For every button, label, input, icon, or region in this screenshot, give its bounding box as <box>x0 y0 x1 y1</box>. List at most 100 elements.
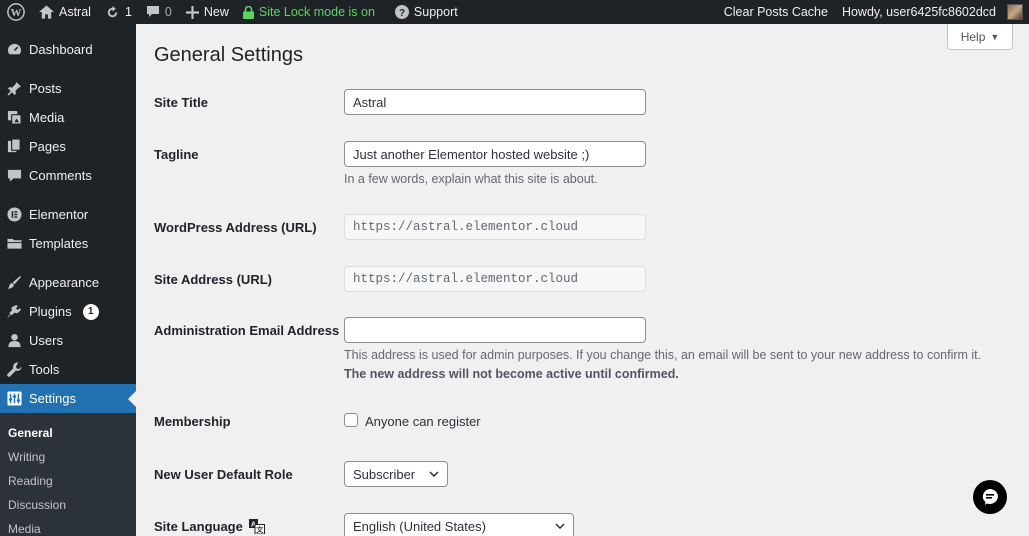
sidebar-item-plugins[interactable]: Plugins 1 <box>0 297 136 326</box>
sidebar-item-tools[interactable]: Tools <box>0 355 136 384</box>
sidebar-item-comments[interactable]: Comments <box>0 161 136 190</box>
default-role-select[interactable]: Subscriber <box>344 461 448 487</box>
updates-count: 1 <box>124 5 132 19</box>
page-title: General Settings <box>154 44 303 66</box>
plus-icon <box>185 5 199 19</box>
submenu-item-media[interactable]: Media <box>0 517 136 536</box>
submenu-item-reading[interactable]: Reading <box>0 469 136 493</box>
site-language-value: English (United States) <box>353 518 486 534</box>
site-address-input: https://astral.elementor.cloud <box>344 266 646 292</box>
help-label: Help <box>960 29 986 44</box>
brush-icon <box>7 275 22 289</box>
user-icon <box>8 333 21 348</box>
chat-button[interactable] <box>973 480 1007 514</box>
submenu-item-general[interactable]: General <box>0 421 136 445</box>
admin-sidebar: Dashboard Posts Media Pages Comments Ele… <box>0 24 136 536</box>
sidebar-item-label: Media <box>29 110 65 125</box>
sitelock-link[interactable]: Site Lock mode is on <box>236 0 382 24</box>
sitelock-label: Site Lock mode is on <box>258 5 375 19</box>
admin-email-label: Administration Email Address <box>154 323 340 338</box>
wordpress-logo-icon: W <box>7 3 25 21</box>
site-address-label: Site Address (URL) <box>154 272 272 287</box>
clear-cache-label: Clear Posts Cache <box>723 5 828 19</box>
submenu-item-discussion[interactable]: Discussion <box>0 493 136 517</box>
sidebar-item-posts[interactable]: Posts <box>0 74 136 103</box>
dashboard-icon <box>7 43 22 55</box>
settings-icon <box>7 391 22 406</box>
sidebar-item-label: Tools <box>29 362 60 377</box>
sidebar-item-label: Users <box>29 333 63 348</box>
my-account-link[interactable]: Howdy, user6425fc8602dcd <box>835 0 1029 24</box>
tagline-description: In a few words, explain what this site i… <box>344 172 598 186</box>
chevron-down-icon <box>429 471 439 477</box>
site-address-value: https://astral.elementor.cloud <box>353 272 579 286</box>
sidebar-item-media[interactable]: Media <box>0 103 136 132</box>
site-language-label-row: Site Language A文 <box>154 519 265 534</box>
settings-submenu: General Writing Reading Discussion Media <box>0 413 136 536</box>
svg-text:?: ? <box>399 8 405 19</box>
plugin-icon <box>7 304 22 318</box>
site-language-label: Site Language <box>154 519 243 534</box>
wp-address-label: WordPress Address (URL) <box>154 220 317 235</box>
help-button[interactable]: Help ▼ <box>947 24 1013 50</box>
admin-email-note: The new address will not become active u… <box>344 367 679 381</box>
wordpress-logo-button[interactable]: W <box>0 0 32 24</box>
support-label: Support <box>413 5 458 19</box>
site-title-label: Site Title <box>154 95 208 110</box>
admin-email-input[interactable] <box>344 317 646 343</box>
default-role-value: Subscriber <box>353 466 416 482</box>
tagline-input[interactable]: Just another Elementor hosted website ;) <box>344 141 646 167</box>
plugins-update-badge: 1 <box>82 303 99 320</box>
anyone-can-register-label[interactable]: Anyone can register <box>365 414 481 429</box>
sidebar-item-label: Appearance <box>29 275 100 290</box>
submenu-item-writing[interactable]: Writing <box>0 445 136 469</box>
svg-text:文: 文 <box>256 525 264 534</box>
sidebar-item-label: Posts <box>29 81 62 96</box>
site-title-value: Astral <box>353 94 387 110</box>
site-language-select[interactable]: English (United States) <box>344 513 574 536</box>
wp-address-input: https://astral.elementor.cloud <box>344 214 646 240</box>
sidebar-item-label: Settings <box>29 391 76 406</box>
admin-bar: W Astral 1 0 New Site Lock mode is on ? … <box>0 0 1029 24</box>
sidebar-item-elementor[interactable]: Elementor <box>0 200 136 229</box>
howdy-label: Howdy, user6425fc8602dcd <box>841 5 996 19</box>
new-content-link[interactable]: New <box>179 0 236 24</box>
triangle-down-icon: ▼ <box>990 31 1000 42</box>
sidebar-item-templates[interactable]: Templates <box>0 229 136 258</box>
admin-email-description: This address is used for admin purposes.… <box>344 348 982 362</box>
sidebar-item-dashboard[interactable]: Dashboard <box>0 35 136 64</box>
comments-count: 0 <box>164 5 172 19</box>
new-label: New <box>203 5 229 19</box>
lock-icon <box>242 5 254 19</box>
sidebar-item-label: Elementor <box>29 207 89 222</box>
sidebar-item-label: Comments <box>29 168 92 183</box>
pages-icon <box>7 139 21 153</box>
support-link[interactable]: ? Support <box>388 0 465 24</box>
tagline-value: Just another Elementor hosted website ;) <box>353 146 590 162</box>
svg-text:W: W <box>11 7 22 19</box>
folder-icon <box>7 238 22 249</box>
main-content: General Settings Help ▼ Site Title Astra… <box>136 24 1029 536</box>
site-name-link[interactable]: Astral <box>32 0 98 24</box>
chevron-down-icon <box>555 523 565 529</box>
sidebar-item-label: Plugins <box>29 304 72 319</box>
sidebar-item-users[interactable]: Users <box>0 326 136 355</box>
pin-icon <box>7 81 22 96</box>
avatar <box>1007 4 1023 20</box>
clear-cache-link[interactable]: Clear Posts Cache <box>717 0 835 24</box>
sidebar-item-label: Templates <box>29 236 89 251</box>
anyone-can-register-checkbox[interactable] <box>344 413 358 427</box>
wp-address-value: https://astral.elementor.cloud <box>353 220 579 234</box>
sidebar-item-settings[interactable]: Settings <box>0 384 136 413</box>
refresh-icon <box>107 5 118 17</box>
updates-link[interactable]: 1 <box>98 0 139 24</box>
comment-icon <box>7 169 22 182</box>
sidebar-item-appearance[interactable]: Appearance <box>0 268 136 297</box>
site-title-input[interactable]: Astral <box>344 89 646 115</box>
sidebar-item-pages[interactable]: Pages <box>0 132 136 161</box>
comments-link[interactable]: 0 <box>139 0 179 24</box>
comment-bubble-icon <box>146 6 159 17</box>
tagline-label: Tagline <box>154 147 199 162</box>
question-icon: ? <box>394 5 409 19</box>
chat-bubble-icon <box>982 489 998 505</box>
